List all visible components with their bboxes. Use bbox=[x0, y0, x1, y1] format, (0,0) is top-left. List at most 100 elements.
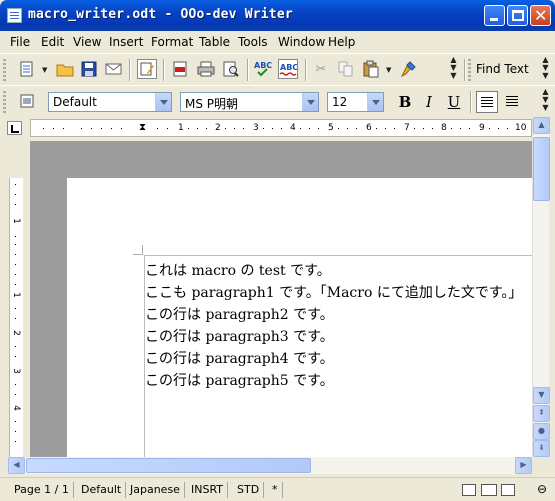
minimize-button[interactable] bbox=[484, 5, 505, 26]
title-bar[interactable]: macro_writer.odt - OOo-dev Writer ✕ bbox=[0, 0, 555, 31]
export-pdf-icon[interactable] bbox=[170, 59, 190, 79]
svg-text:ABC: ABC bbox=[254, 61, 272, 70]
ruler-tick: 4 bbox=[11, 405, 21, 411]
maximize-button[interactable] bbox=[507, 5, 528, 26]
menu-window[interactable]: Window bbox=[278, 35, 325, 49]
paragraph-style-value: Default bbox=[53, 95, 97, 109]
align-center-icon bbox=[506, 96, 518, 97]
document-paragraph[interactable]: この行は paragraph4 です。 bbox=[145, 348, 334, 368]
toolbar-grip[interactable] bbox=[468, 59, 471, 81]
menu-edit[interactable]: Edit bbox=[41, 35, 64, 49]
menu-format[interactable]: Format bbox=[151, 35, 193, 49]
new-document-icon[interactable] bbox=[17, 59, 37, 79]
menu-table[interactable]: Table bbox=[199, 35, 230, 49]
ruler-tick: 3 bbox=[11, 368, 21, 374]
align-center-button[interactable] bbox=[501, 91, 523, 113]
font-size-select[interactable]: 12 bbox=[327, 92, 384, 112]
indent-marker-icon[interactable]: ⧗ bbox=[139, 123, 146, 133]
paragraph-style-select[interactable]: Default bbox=[48, 92, 172, 112]
ruler-tick: 1 bbox=[11, 292, 21, 298]
document-paragraph[interactable]: この行は paragraph3 です。 bbox=[145, 326, 334, 346]
ruler-tick: 10 bbox=[515, 123, 527, 133]
formatting-toolbar: Default MS P明朝 12 B I U ▲ ▼ ▼ bbox=[0, 85, 555, 115]
ruler-tick: 8 bbox=[441, 123, 447, 133]
document-modified-indicator[interactable]: * bbox=[268, 482, 283, 498]
page-preview-icon[interactable] bbox=[221, 59, 241, 79]
font-name-select[interactable]: MS P明朝 bbox=[180, 92, 319, 112]
horizontal-ruler[interactable]: ⧗ 1 2 3 4 5 6 7 8 9 10 bbox=[30, 119, 532, 137]
toolbar-separator bbox=[305, 59, 306, 81]
page-indicator[interactable]: Page 1 / 1 bbox=[10, 482, 74, 498]
ruler-tick: 1 bbox=[11, 218, 21, 224]
close-icon: ✕ bbox=[534, 6, 548, 25]
vertical-scrollbar[interactable]: ▲ ▼ ⇞ ● ⇟ bbox=[532, 117, 550, 457]
zoom-out-icon[interactable]: ⊖ bbox=[537, 482, 547, 496]
align-left-button[interactable] bbox=[476, 91, 498, 113]
single-page-view-icon[interactable] bbox=[462, 484, 476, 496]
toolbar-separator bbox=[464, 59, 465, 81]
cut-icon[interactable]: ✂ bbox=[311, 59, 331, 79]
copy-icon[interactable] bbox=[336, 59, 356, 79]
language-indicator[interactable]: Japanese bbox=[126, 482, 185, 498]
maximize-icon bbox=[512, 10, 524, 21]
toolbar-grip[interactable] bbox=[3, 59, 6, 81]
toolbar-separator bbox=[129, 59, 130, 81]
scroll-down-button[interactable]: ▼ bbox=[533, 387, 550, 404]
toolbar-overflow-icon[interactable]: ▲ ▼ ▼ bbox=[448, 56, 459, 82]
selection-mode-indicator[interactable]: STD bbox=[233, 482, 265, 498]
bold-button[interactable]: B bbox=[395, 92, 415, 112]
horizontal-scrollbar[interactable]: ◀ ▶ bbox=[8, 457, 532, 474]
underline-button[interactable]: U bbox=[444, 92, 464, 112]
menu-tools[interactable]: Tools bbox=[238, 35, 268, 49]
vertical-scroll-thumb[interactable] bbox=[533, 137, 550, 201]
menu-help[interactable]: Help bbox=[328, 35, 355, 49]
previous-page-button[interactable]: ⇞ bbox=[533, 405, 550, 422]
writer-document-icon[interactable] bbox=[7, 8, 22, 23]
menu-insert[interactable]: Insert bbox=[109, 35, 143, 49]
document-paragraph[interactable]: これは macro の test です。 bbox=[145, 260, 331, 280]
save-icon[interactable] bbox=[79, 59, 99, 79]
format-toolbar-overflow-icon[interactable]: ▲ ▼ ▼ bbox=[540, 88, 551, 114]
document-paragraph[interactable]: ここも paragraph1 です。「Macro にて追加した文です。」 bbox=[145, 282, 522, 302]
insert-mode-indicator[interactable]: INSRT bbox=[187, 482, 229, 498]
font-name-value: MS P明朝 bbox=[185, 97, 239, 111]
find-toolbar-overflow-icon[interactable]: ▲ ▼ ▼ bbox=[540, 56, 551, 82]
find-text-field[interactable]: Find Text bbox=[476, 62, 529, 76]
paste-dropdown-icon[interactable]: ▼ bbox=[386, 66, 391, 74]
edit-file-icon[interactable] bbox=[137, 59, 157, 79]
vertical-ruler[interactable]: 1 1 2 3 4 bbox=[8, 144, 24, 457]
ruler-tick: 7 bbox=[404, 123, 410, 133]
chevron-down-icon[interactable] bbox=[367, 93, 383, 111]
status-bar: Page 1 / 1 Default Japanese INSRT STD * … bbox=[0, 477, 555, 501]
ruler-tick: 3 bbox=[253, 123, 259, 133]
page-style-indicator[interactable]: Default bbox=[77, 482, 127, 498]
book-view-icon[interactable] bbox=[501, 484, 515, 496]
next-page-button[interactable]: ⇟ bbox=[533, 440, 550, 457]
scroll-right-button[interactable]: ▶ bbox=[515, 457, 532, 474]
email-icon[interactable] bbox=[104, 59, 124, 79]
paste-icon[interactable] bbox=[361, 59, 381, 79]
menu-file[interactable]: File bbox=[10, 35, 30, 49]
chevron-down-icon[interactable] bbox=[302, 93, 318, 111]
toolbar-grip[interactable] bbox=[3, 91, 6, 113]
print-icon[interactable] bbox=[196, 59, 216, 79]
scroll-left-button[interactable]: ◀ bbox=[8, 457, 25, 474]
toolbar-separator bbox=[470, 91, 471, 113]
horizontal-scroll-thumb[interactable] bbox=[26, 458, 311, 473]
chevron-down-icon[interactable] bbox=[155, 93, 171, 111]
new-dropdown-icon[interactable]: ▼ bbox=[42, 66, 47, 74]
italic-button[interactable]: I bbox=[419, 92, 439, 112]
multi-page-view-icon[interactable] bbox=[481, 484, 497, 496]
menu-view[interactable]: View bbox=[73, 35, 101, 49]
document-paragraph[interactable]: この行は paragraph5 です。 bbox=[145, 370, 334, 390]
auto-spellcheck-icon[interactable]: ABC bbox=[278, 59, 298, 79]
close-button[interactable]: ✕ bbox=[530, 5, 551, 26]
tab-stop-selector[interactable] bbox=[7, 121, 22, 135]
format-paintbrush-icon[interactable] bbox=[399, 59, 419, 79]
document-paragraph[interactable]: この行は paragraph2 です。 bbox=[145, 304, 334, 324]
styles-formatting-icon[interactable] bbox=[17, 91, 37, 111]
open-folder-icon[interactable] bbox=[55, 59, 75, 79]
navigator-button[interactable]: ● bbox=[533, 423, 550, 440]
spellcheck-icon[interactable]: ABC bbox=[253, 59, 273, 79]
scroll-up-button[interactable]: ▲ bbox=[533, 117, 550, 134]
